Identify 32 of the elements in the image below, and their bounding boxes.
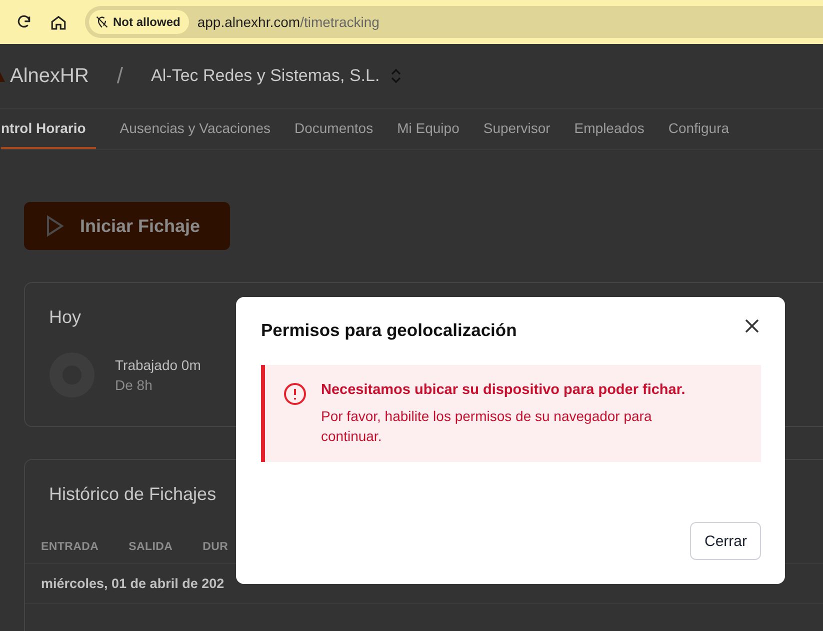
home-icon[interactable]: [50, 14, 67, 30]
chevron-updown-icon: [390, 68, 402, 84]
worked-time: Trabajado 0m: [115, 357, 201, 373]
nav-tab[interactable]: Ausencias y Vacaciones: [120, 109, 270, 149]
dialog-title: Permisos para geolocalización: [261, 320, 517, 341]
url-text: app.alnexhr.com/timetracking: [197, 14, 380, 30]
brand-logo: AlnexHR: [0, 64, 89, 88]
address-bar[interactable]: Not allowed app.alnexhr.com/timetracking: [85, 6, 823, 38]
alert-message: Por favor, habilite los permisos de su navegador para continuar.: [321, 407, 653, 446]
close-button[interactable]: Cerrar: [690, 522, 761, 560]
play-icon: [46, 215, 64, 237]
permission-chip[interactable]: Not allowed: [89, 10, 190, 34]
column-header: DUR: [202, 541, 228, 553]
card-title: Hoy: [49, 307, 82, 328]
nav-tab[interactable]: Empleados: [574, 109, 644, 149]
nav-tab[interactable]: Documentos: [294, 109, 374, 149]
nav-tab[interactable]: Mi Equipo: [397, 109, 460, 149]
location-off-icon: [95, 15, 109, 29]
nav-tab[interactable]: Configura: [668, 109, 730, 149]
column-header: ENTRADA: [41, 541, 99, 553]
nav-tab[interactable]: ntrol Horario: [1, 109, 96, 149]
target-time: De 8h: [115, 377, 154, 393]
close-icon[interactable]: [745, 319, 761, 335]
alert-icon: [283, 382, 307, 406]
reload-icon[interactable]: [16, 14, 32, 30]
alert-title: Necesitamos ubicar su dispositivo para poder fichar.: [321, 382, 686, 398]
start-clocking-button[interactable]: Iniciar Fichaje: [24, 202, 230, 250]
company-selector[interactable]: Al-Tec Redes y Sistemas, S.L.: [151, 66, 402, 86]
breadcrumb-separator: /: [116, 63, 124, 89]
nav-tab[interactable]: Supervisor: [483, 109, 550, 149]
card-title: Histórico de Fichajes: [49, 484, 216, 505]
column-header: SALIDA: [128, 541, 173, 553]
